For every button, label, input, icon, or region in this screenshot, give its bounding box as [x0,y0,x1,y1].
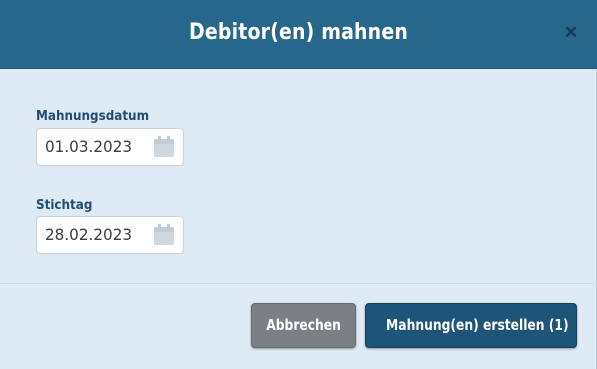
calendar-icon[interactable] [152,135,176,159]
stichtag-label: Stichtag [36,198,93,213]
close-icon[interactable]: ✕ [561,23,581,43]
create-dunning-button-label: Mahnung(en) erstellen (1) [386,316,569,334]
calendar-icon[interactable] [152,223,176,247]
cancel-button[interactable]: Abbrechen [251,303,356,348]
footer-divider [0,283,597,284]
mahnungsdatum-label: Mahnungsdatum [36,109,150,124]
cancel-button-label: Abbrechen [266,316,341,334]
dialog-title: Debitor(en) mahnen [189,20,408,45]
mahnungsdatum-field[interactable]: 01.03.2023 [36,128,184,166]
dunning-dialog: Debitor(en) mahnen ✕ Mahnungsdatum 01.03… [0,0,597,369]
create-dunning-button[interactable]: Mahnung(en) erstellen (1) [365,303,577,348]
mahnungsdatum-value[interactable]: 01.03.2023 [45,129,132,165]
dialog-header: Debitor(en) mahnen ✕ [0,0,597,69]
stichtag-value[interactable]: 28.02.2023 [45,217,132,253]
stichtag-field[interactable]: 28.02.2023 [36,216,184,254]
